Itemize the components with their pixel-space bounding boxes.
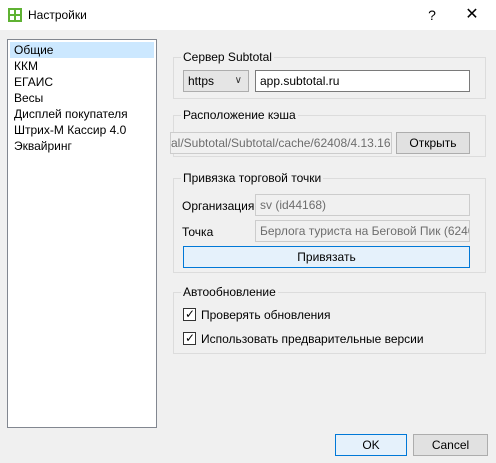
check-updates-label[interactable]: Проверять обновления bbox=[201, 307, 330, 323]
server-host-field[interactable]: app.subtotal.ru bbox=[255, 70, 470, 92]
window-title: Настройки bbox=[28, 8, 87, 22]
autoupdate-group-title: Автообновление bbox=[181, 284, 278, 300]
prerelease-checkbox[interactable]: ✓ bbox=[183, 331, 196, 345]
point-field[interactable]: Берлога туриста на Беговой Пик (62408) bbox=[255, 220, 470, 242]
chevron-down-icon: ∨ bbox=[234, 75, 242, 86]
point-label: Точка bbox=[182, 225, 214, 239]
server-group: Сервер Subtotal https ∨ app.subtotal.ru bbox=[173, 49, 486, 99]
sidebar-item-egais[interactable]: ЕГАИС bbox=[10, 74, 154, 90]
protocol-value: https bbox=[188, 74, 215, 88]
protocol-select[interactable]: https ∨ bbox=[183, 70, 249, 92]
close-button[interactable]: ✕ bbox=[452, 2, 492, 28]
checkmark-icon: ✓ bbox=[184, 307, 196, 321]
sidebar-item-general[interactable]: Общие bbox=[10, 42, 154, 58]
cancel-button[interactable]: Cancel bbox=[413, 434, 488, 456]
check-updates-checkbox[interactable]: ✓ bbox=[183, 307, 196, 321]
help-button[interactable]: ? bbox=[418, 2, 446, 28]
settings-category-list[interactable]: Общие ККМ ЕГАИС Весы Дисплей покупателя … bbox=[7, 39, 157, 428]
organization-field[interactable]: sv (id44168) bbox=[255, 194, 470, 216]
cache-group: Расположение кэша al/Subtotal/Subtotal/c… bbox=[170, 107, 486, 157]
open-cache-button[interactable]: Открыть bbox=[396, 132, 470, 154]
sidebar-item-scales[interactable]: Весы bbox=[10, 90, 154, 106]
binding-group-title: Привязка торговой точки bbox=[181, 170, 324, 186]
sidebar-item-customer-display[interactable]: Дисплей покупателя bbox=[10, 106, 154, 122]
server-group-title: Сервер Subtotal bbox=[181, 49, 274, 65]
autoupdate-group: Автообновление ✓ Проверять обновления ✓ … bbox=[173, 284, 486, 354]
sidebar-item-shtrih-m[interactable]: Штрих-М Кассир 4.0 bbox=[10, 122, 154, 138]
title-bar: Настройки ? ✕ bbox=[0, 0, 496, 30]
binding-group: Привязка торговой точки Организация sv (… bbox=[173, 170, 486, 273]
cache-path-field[interactable]: al/Subtotal/Subtotal/cache/62408/4.13.16 bbox=[170, 132, 392, 154]
bind-button[interactable]: Привязать bbox=[183, 246, 470, 268]
prerelease-label[interactable]: Использовать предварительные версии bbox=[201, 331, 424, 347]
cache-group-title: Расположение кэша bbox=[181, 107, 298, 123]
organization-label: Организация bbox=[182, 199, 255, 213]
sidebar-item-acquiring[interactable]: Эквайринг bbox=[10, 138, 154, 154]
ok-button[interactable]: OK bbox=[335, 434, 407, 456]
checkmark-icon: ✓ bbox=[184, 331, 196, 345]
sidebar-item-kkm[interactable]: ККМ bbox=[10, 58, 154, 74]
app-icon bbox=[8, 8, 22, 22]
